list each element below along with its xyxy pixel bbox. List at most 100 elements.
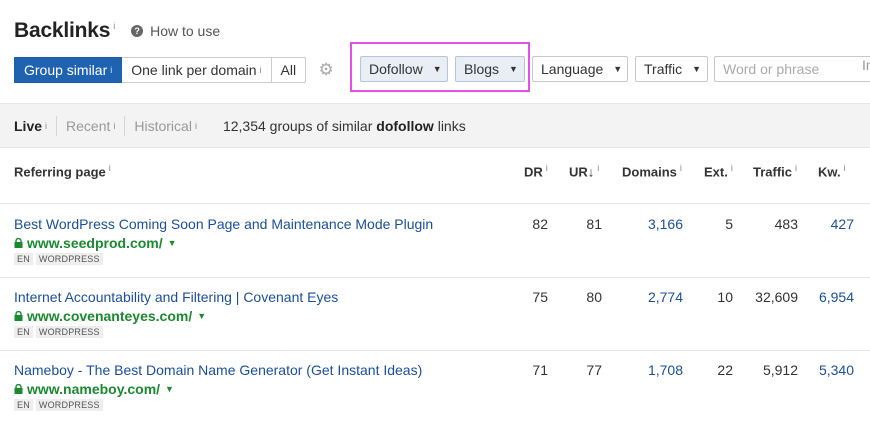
- dr-value: 75: [532, 289, 548, 305]
- caret-down-icon[interactable]: ▼: [168, 238, 177, 248]
- blogs-dropdown[interactable]: Blogs ▼: [455, 56, 525, 82]
- info-icon: i: [108, 163, 111, 173]
- url-label: www.covenanteyes.com/: [27, 308, 193, 324]
- summary-bold: dofollow: [376, 117, 434, 134]
- traffic-value: 32,609: [755, 289, 798, 305]
- divider: [56, 115, 58, 136]
- domains-value-link[interactable]: 2,774: [648, 289, 683, 305]
- page-header: Backlinks i ? How to use: [14, 16, 220, 46]
- title-info-icon[interactable]: i: [113, 21, 115, 31]
- summary-prefix: 12,354 groups of similar: [222, 117, 373, 134]
- referring-page-title-link[interactable]: Internet Accountability and Filtering | …: [14, 289, 338, 305]
- referring-page-url-link[interactable]: www.seedprod.com/ ▼: [14, 235, 177, 251]
- col-dr[interactable]: DR i: [524, 163, 548, 179]
- blogs-label: Blogs: [464, 61, 500, 77]
- info-icon: i: [45, 120, 48, 131]
- col-label: Ext.: [704, 164, 728, 180]
- info-icon: i: [194, 120, 197, 131]
- sort-desc-icon: ↓: [587, 164, 595, 180]
- all-links-button[interactable]: All: [271, 56, 307, 83]
- domains-value-link[interactable]: 3,166: [648, 216, 683, 232]
- filter-toolbar: Group similar i One link per domain i Al…: [14, 56, 344, 83]
- how-to-use-link[interactable]: ? How to use: [131, 23, 220, 39]
- traffic-dropdown[interactable]: Traffic ▼: [635, 56, 708, 82]
- info-icon: i: [259, 64, 262, 75]
- caret-down-icon: ▼: [432, 64, 442, 74]
- platform-tag: WORDPRESS: [35, 253, 103, 265]
- dofollow-label: Dofollow: [369, 61, 423, 77]
- caret-down-icon[interactable]: ▼: [197, 311, 206, 321]
- traffic-value: 483: [774, 216, 798, 232]
- mode-infobar: Live i Recent i Historical i 12,354 groups …: [0, 103, 870, 148]
- info-icon: i: [113, 120, 116, 131]
- referring-page-title-link[interactable]: Best WordPress Coming Soon Page and Main…: [14, 216, 433, 232]
- language-tag: EN: [14, 399, 33, 411]
- platform-tag: WORDPRESS: [35, 399, 103, 411]
- ext-value: 10: [717, 289, 733, 305]
- tag-list: EN WORDPRESS: [14, 253, 106, 265]
- mode-historical-label: Historical: [134, 117, 192, 134]
- tag-list: EN WORDPRESS: [14, 326, 106, 338]
- ur-value: 77: [586, 362, 602, 378]
- info-icon: i: [843, 163, 846, 173]
- col-traffic[interactable]: Traffic i: [753, 163, 797, 179]
- keywords-value-link[interactable]: 427: [831, 216, 854, 232]
- ext-value: 5: [725, 216, 733, 232]
- col-kw[interactable]: Kw. i: [818, 163, 846, 179]
- col-referring-page[interactable]: Referring page i: [14, 163, 111, 179]
- divider: [124, 115, 126, 136]
- col-domains[interactable]: Domains i: [622, 163, 682, 179]
- ext-value: 22: [717, 362, 733, 378]
- referring-page-title-link[interactable]: Nameboy - The Best Domain Name Generator…: [14, 362, 422, 378]
- col-label: Traffic: [753, 164, 793, 180]
- grouping-segmented-control: Group similar i One link per domain i Al…: [14, 56, 307, 83]
- table-row: Nameboy - The Best Domain Name Generator…: [0, 351, 870, 421]
- dofollow-dropdown[interactable]: Dofollow ▼: [360, 56, 448, 82]
- caret-down-icon: ▼: [613, 64, 623, 74]
- platform-tag: WORDPRESS: [35, 326, 103, 338]
- url-label: www.nameboy.com/: [27, 381, 161, 397]
- caret-down-icon: ▼: [509, 64, 518, 74]
- lock-icon: [14, 311, 23, 321]
- dr-value: 71: [532, 362, 548, 378]
- info-icon: i: [110, 64, 113, 75]
- keywords-value-link[interactable]: 5,340: [819, 362, 854, 378]
- question-circle-icon: ?: [131, 25, 144, 37]
- keywords-value-link[interactable]: 6,954: [819, 289, 854, 305]
- language-dropdown[interactable]: Language ▼: [532, 56, 628, 82]
- group-similar-label: Group similar: [24, 61, 108, 78]
- col-ext[interactable]: Ext. i: [704, 163, 733, 179]
- col-ur[interactable]: UR↓ i: [569, 163, 599, 179]
- ur-value: 80: [586, 289, 602, 305]
- group-similar-button[interactable]: Group similar i: [14, 56, 123, 83]
- dr-value: 82: [532, 216, 548, 232]
- referring-page-url-link[interactable]: www.nameboy.com/ ▼: [14, 381, 174, 397]
- info-icon: i: [730, 163, 733, 173]
- ur-value: 81: [586, 216, 602, 232]
- mode-live-label: Live: [14, 117, 43, 134]
- all-links-label: All: [280, 61, 297, 78]
- search-input[interactable]: [714, 56, 870, 82]
- how-to-use-label: How to use: [150, 23, 221, 39]
- table-header: Referring page i DR i UR↓ i Domains i Ext. i …: [0, 150, 870, 204]
- mode-live[interactable]: Live i: [14, 118, 47, 134]
- domains-value-link[interactable]: 1,708: [648, 362, 683, 378]
- info-icon: i: [795, 163, 798, 173]
- url-label: www.seedprod.com/: [27, 235, 163, 251]
- col-label: Kw.: [818, 164, 841, 180]
- col-label: Domains: [622, 164, 677, 180]
- search-mode-dropdown[interactable]: In: [862, 57, 870, 73]
- col-label: DR: [524, 164, 543, 180]
- col-label: UR: [569, 164, 588, 180]
- mode-recent-label: Recent: [66, 117, 111, 134]
- mode-recent[interactable]: Recent i: [66, 118, 115, 134]
- one-link-per-domain-button[interactable]: One link per domain i: [122, 56, 272, 83]
- mode-historical[interactable]: Historical i: [134, 118, 197, 134]
- lock-icon: [14, 384, 23, 394]
- language-tag: EN: [14, 253, 33, 265]
- referring-page-url-link[interactable]: www.covenanteyes.com/ ▼: [14, 308, 206, 324]
- traffic-label: Traffic: [644, 61, 683, 77]
- language-tag: EN: [14, 326, 33, 338]
- caret-down-icon[interactable]: ▼: [165, 384, 174, 394]
- gear-icon[interactable]: ⚙: [318, 60, 334, 79]
